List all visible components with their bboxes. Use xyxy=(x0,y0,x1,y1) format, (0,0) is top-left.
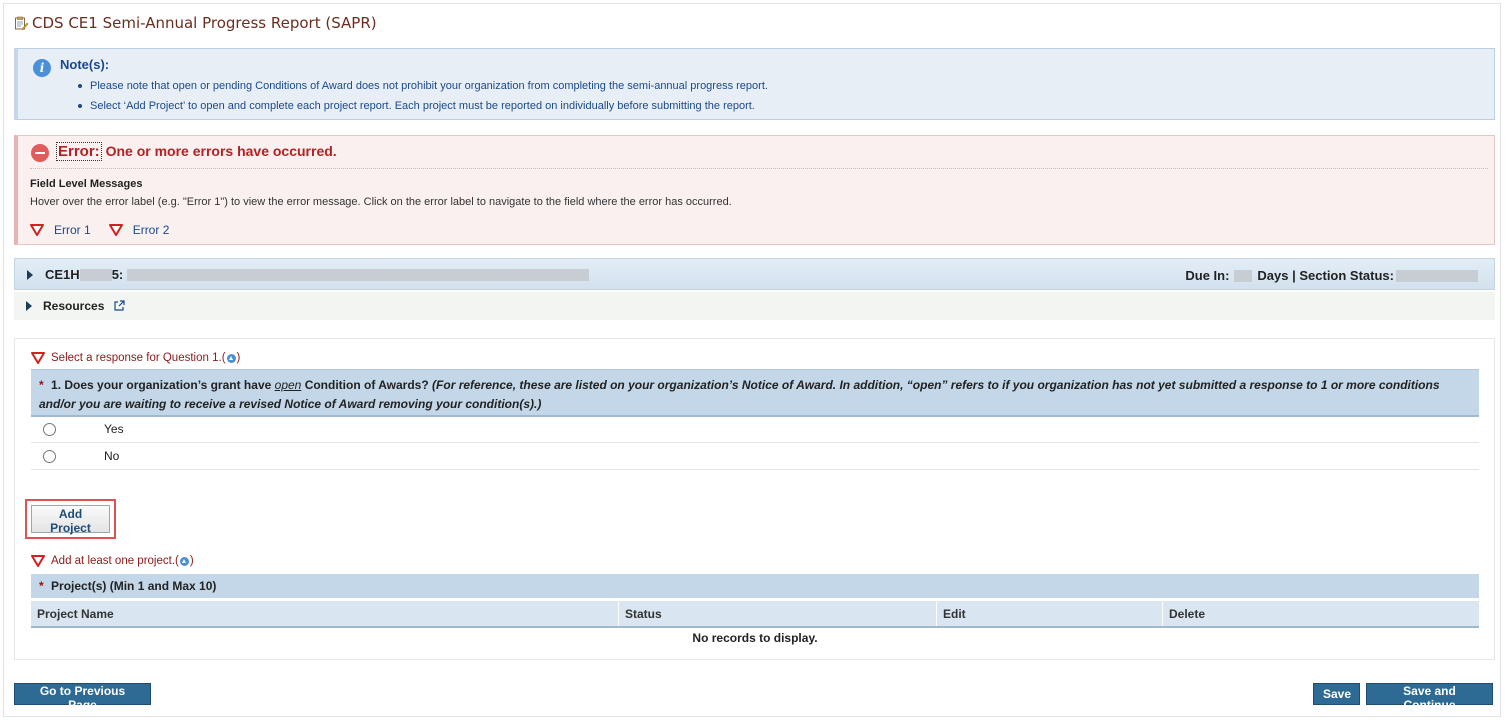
error-message: One or more errors have occurred. xyxy=(105,143,337,159)
question1-text-start: 1. Does your organization’s grant have xyxy=(51,378,272,392)
info-icon: i xyxy=(33,59,51,77)
page-title: CDS CE1 Semi-Annual Progress Report (SAP… xyxy=(32,14,377,32)
resources-row[interactable]: Resources xyxy=(14,292,1495,320)
error-triangle-icon xyxy=(108,224,123,236)
question1-text-mid: Condition of Awards? xyxy=(304,378,429,392)
note-item: Select ‘Add Project’ to open and complet… xyxy=(78,99,768,119)
external-link-icon[interactable] xyxy=(114,300,125,311)
option-yes-label: Yes xyxy=(104,422,124,436)
column-delete[interactable]: Delete xyxy=(1163,601,1479,626)
section-header[interactable]: CE1H 5: Due In: Days | Section Status: xyxy=(14,258,1495,290)
section-title: CE1H 5: xyxy=(45,267,590,282)
error-triangle-icon xyxy=(31,352,45,364)
projects-table-header: Project Name Status Edit Delete xyxy=(31,601,1479,628)
page: CDS CE1 Semi-Annual Progress Report (SAP… xyxy=(0,0,1507,722)
column-project-name[interactable]: Project Name xyxy=(31,601,619,626)
option-no-label: No xyxy=(104,449,120,463)
save-button[interactable]: Save xyxy=(1313,683,1360,705)
scroll-up-icon[interactable] xyxy=(179,556,189,566)
note-box: i Note(s): Please note that open or pend… xyxy=(14,48,1495,120)
paren-open: ( xyxy=(175,555,179,567)
note-title: Note(s): xyxy=(60,57,110,72)
add-project-highlight: Add Project xyxy=(25,499,116,539)
error-triangle-icon xyxy=(31,555,45,567)
section-id-suffix: 5: xyxy=(111,267,124,282)
paren-close: ) xyxy=(189,555,194,567)
error-link-2[interactable]: Error 2 xyxy=(108,223,170,237)
projects-header: * Project(s) (Min 1 and Max 10) xyxy=(31,574,1479,598)
question1-validation[interactable]: Select a response for Question 1. () xyxy=(31,352,240,364)
caret-right-icon xyxy=(26,301,32,311)
error-label: Error: xyxy=(56,142,102,161)
days-status-label: Days | Section Status: xyxy=(1257,268,1394,283)
field-messages-text: Hover over the error label (e.g. "Error … xyxy=(30,196,732,208)
error-links: Error 1 Error 2 xyxy=(30,223,169,237)
resources-label: Resources xyxy=(43,299,105,313)
caret-right-icon xyxy=(27,270,33,280)
report-icon xyxy=(15,16,28,30)
title-row: CDS CE1 Semi-Annual Progress Report (SAP… xyxy=(14,12,377,34)
question1-open: open xyxy=(274,378,302,392)
projects-validation[interactable]: Add at least one project. () xyxy=(31,555,194,567)
projects-validation-text: Add at least one project. xyxy=(51,555,176,567)
column-status[interactable]: Status xyxy=(619,601,937,626)
question1-header: * 1. Does your organization’s grant have… xyxy=(31,369,1479,415)
error-heading: Error: One or more errors have occurred. xyxy=(56,142,337,161)
question-panel: Select a response for Question 1. () * 1… xyxy=(14,338,1495,660)
no-records-message: No records to display. xyxy=(692,631,818,645)
paren-close: ) xyxy=(236,352,241,364)
error-box: Error: One or more errors have occurred.… xyxy=(14,135,1495,245)
error-link-label: Error 2 xyxy=(132,223,170,237)
required-star: * xyxy=(39,579,44,593)
option-no-row[interactable]: No xyxy=(31,443,1479,470)
required-star: * xyxy=(39,378,44,392)
note-list: Please note that open or pending Conditi… xyxy=(78,79,768,119)
error-divider xyxy=(30,168,1488,169)
due-in-label: Due In: xyxy=(1185,268,1230,283)
note-item: Please note that open or pending Conditi… xyxy=(78,79,768,99)
add-project-button[interactable]: Add Project xyxy=(31,505,110,535)
section-status: Due In: Days | Section Status: xyxy=(1185,268,1478,283)
error-link-1[interactable]: Error 1 xyxy=(30,223,91,237)
section-id-prefix: CE1H xyxy=(45,267,80,282)
projects-header-text: Project(s) (Min 1 and Max 10) xyxy=(51,579,217,593)
option-yes-row[interactable]: Yes xyxy=(31,416,1479,443)
error-triangle-icon xyxy=(30,224,44,236)
redacted-block xyxy=(1396,269,1478,282)
radio-no[interactable] xyxy=(43,449,56,463)
column-edit[interactable]: Edit xyxy=(937,601,1163,626)
redacted-block xyxy=(127,268,590,281)
field-messages-title: Field Level Messages xyxy=(30,178,143,190)
redacted-block xyxy=(79,268,112,281)
question1-validation-text: Select a response for Question 1. xyxy=(51,352,222,364)
error-icon xyxy=(31,144,49,162)
previous-page-button[interactable]: Go to Previous Page xyxy=(14,683,151,712)
paren-open: ( xyxy=(221,352,226,364)
redacted-block xyxy=(1234,269,1253,282)
save-and-continue-button[interactable]: Save and Continue xyxy=(1366,683,1493,712)
scroll-up-icon[interactable] xyxy=(226,353,236,363)
radio-yes[interactable] xyxy=(43,422,56,436)
error-link-label: Error 1 xyxy=(54,223,91,237)
